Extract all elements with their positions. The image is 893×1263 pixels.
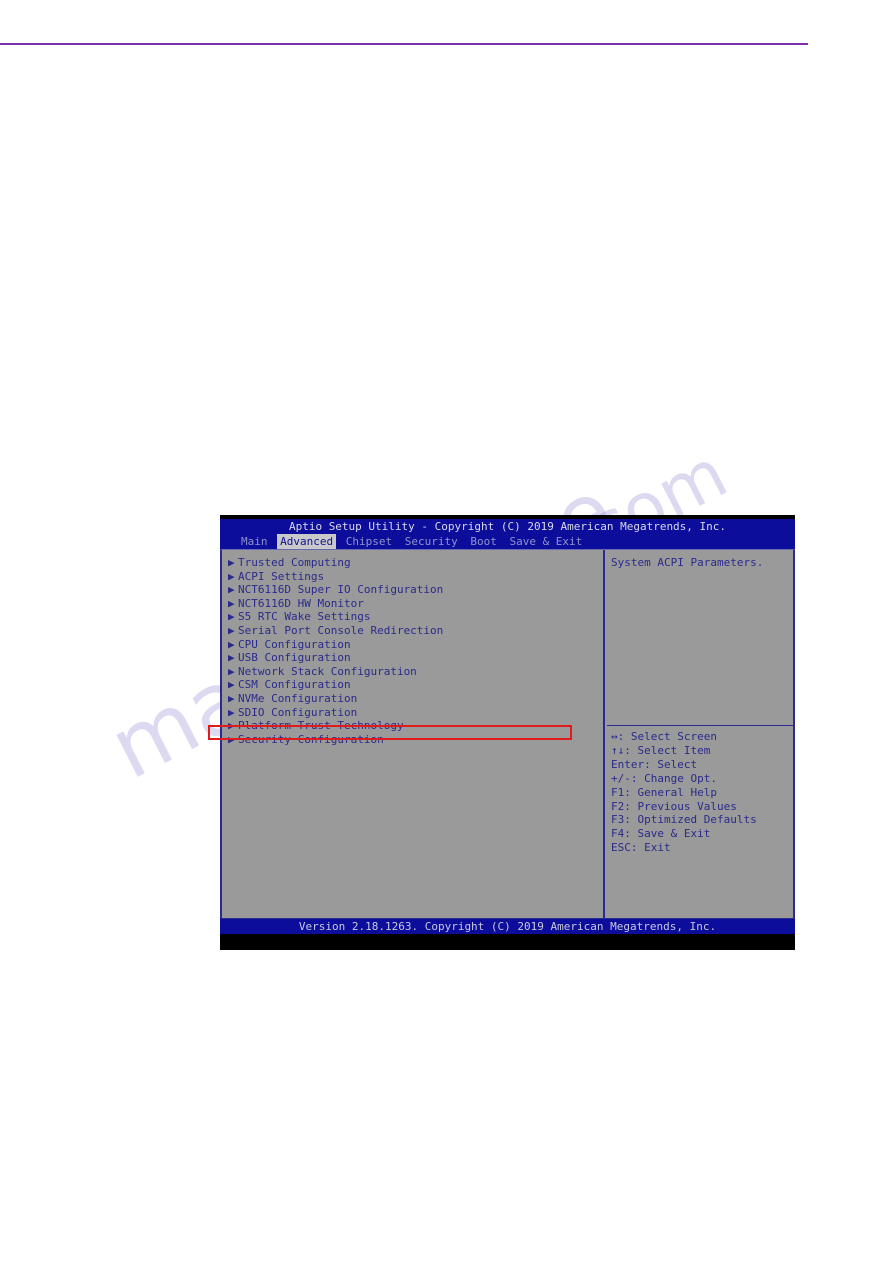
menu-item-label: Network Stack Configuration xyxy=(238,664,417,678)
submenu-arrow-icon: ▶ xyxy=(228,732,235,746)
help-pane: System ACPI Parameters. ↔: Select Screen… xyxy=(605,550,793,918)
key-hint: ↔: Select Screen xyxy=(611,730,717,743)
menu-item-label: USB Configuration xyxy=(238,651,351,665)
menu-item-nvme-configuration[interactable]: ▶ NVMe Configuration xyxy=(224,692,603,706)
key-hint: F3: Optimized Defaults xyxy=(611,813,757,827)
submenu-arrow-icon: ▶ xyxy=(228,637,235,651)
menu-item-s5-rtc-wake-settings[interactable]: ▶ S5 RTC Wake Settings xyxy=(224,610,603,624)
menu-item-label: NCT6116D Super IO Configuration xyxy=(238,583,444,597)
menu-list: ▶ Trusted Computing ▶ ACPI Settings ▶ NCT6116… xyxy=(222,550,603,918)
menu-item-label: Serial Port Console Redirection xyxy=(238,623,444,637)
submenu-arrow-icon: ▶ xyxy=(228,719,235,733)
menu-item-label: Trusted Computing xyxy=(238,556,351,569)
tab-main[interactable]: Main xyxy=(238,534,271,549)
menu-item-nct6116d-super-io-configuration[interactable]: ▶ NCT6116D Super IO Configuration xyxy=(224,583,603,597)
submenu-arrow-icon: ▶ xyxy=(228,651,235,665)
submenu-arrow-icon: ▶ xyxy=(228,610,235,624)
key-legend: ↔: Select Screen ↑↓: Select Item Enter: Se… xyxy=(605,730,793,855)
tab-boot[interactable]: Boot xyxy=(467,534,500,549)
menu-item-label: CSM Configuration xyxy=(238,678,351,692)
bios-setup-window: Aptio Setup Utility - Copyright (C) 2019… xyxy=(220,515,795,950)
submenu-arrow-icon: ▶ xyxy=(228,556,235,569)
menu-item-acpi-settings[interactable]: ▶ ACPI Settings xyxy=(224,570,603,584)
tab-advanced[interactable]: Advanced xyxy=(277,534,337,549)
key-hint: +/-: Change Opt. xyxy=(611,771,717,785)
submenu-arrow-icon: ▶ xyxy=(228,569,235,583)
menu-item-csm-configuration[interactable]: ▶ CSM Configuration xyxy=(224,678,603,692)
submenu-arrow-icon: ▶ xyxy=(228,596,235,610)
key-hint: ESC: Exit xyxy=(611,841,671,855)
submenu-arrow-icon: ▶ xyxy=(228,678,235,692)
submenu-arrow-icon: ▶ xyxy=(228,691,235,705)
menu-item-platform-trust-technology[interactable]: ▶ Platform Trust Technology xyxy=(224,719,603,733)
help-separator xyxy=(607,725,793,726)
menu-item-usb-configuration[interactable]: ▶ USB Configuration xyxy=(224,651,603,665)
menu-item-label: Platform Trust Technology xyxy=(238,719,404,733)
window-bottom-strip xyxy=(220,934,795,943)
page-header-rule xyxy=(0,43,808,45)
menu-item-label: ACPI Settings xyxy=(238,569,325,583)
submenu-arrow-icon: ▶ xyxy=(228,583,235,597)
menu-item-label: SDIO Configuration xyxy=(238,705,358,719)
menu-item-label: S5 RTC Wake Settings xyxy=(238,610,371,624)
menu-item-sdio-configuration[interactable]: ▶ SDIO Configuration xyxy=(224,706,603,720)
menu-item-label: CPU Configuration xyxy=(238,637,351,651)
menu-item-label: Security Configuration xyxy=(238,732,384,746)
help-description: System ACPI Parameters. xyxy=(611,556,764,569)
menu-item-label: NCT6116D HW Monitor xyxy=(238,596,364,610)
tab-chipset[interactable]: Chipset xyxy=(343,534,395,549)
submenu-arrow-icon: ▶ xyxy=(228,623,235,637)
submenu-arrow-icon: ▶ xyxy=(228,705,235,719)
menu-item-cpu-configuration[interactable]: ▶ CPU Configuration xyxy=(224,638,603,652)
menu-item-security-configuration[interactable]: ▶ Security Configuration xyxy=(224,733,603,747)
key-hint: F2: Previous Values xyxy=(611,799,737,813)
menu-item-network-stack-configuration[interactable]: ▶ Network Stack Configuration xyxy=(224,665,603,679)
key-hint: F4: Save & Exit xyxy=(611,827,711,841)
bios-title-bar: Aptio Setup Utility - Copyright (C) 2019… xyxy=(220,519,795,534)
bios-tab-bar: Main Advanced Chipset Security Boot Save… xyxy=(220,534,795,549)
key-hint: F1: General Help xyxy=(611,785,717,799)
menu-item-trusted-computing[interactable]: ▶ Trusted Computing xyxy=(224,556,603,570)
menu-item-serial-port-console-redirection[interactable]: ▶ Serial Port Console Redirection xyxy=(224,624,603,638)
bios-footer: Version 2.18.1263. Copyright (C) 2019 Am… xyxy=(220,919,795,934)
key-hint: ↑↓: Select Item xyxy=(611,743,711,757)
tab-save-exit[interactable]: Save & Exit xyxy=(506,534,585,549)
key-hint: Enter: Select xyxy=(611,757,698,771)
menu-item-label: NVMe Configuration xyxy=(238,691,358,705)
bios-body: ▶ Trusted Computing ▶ ACPI Settings ▶ NCT6116… xyxy=(220,549,795,919)
tab-security[interactable]: Security xyxy=(402,534,461,549)
menu-item-nct6116d-hw-monitor[interactable]: ▶ NCT6116D HW Monitor xyxy=(224,597,603,611)
submenu-arrow-icon: ▶ xyxy=(228,664,235,678)
